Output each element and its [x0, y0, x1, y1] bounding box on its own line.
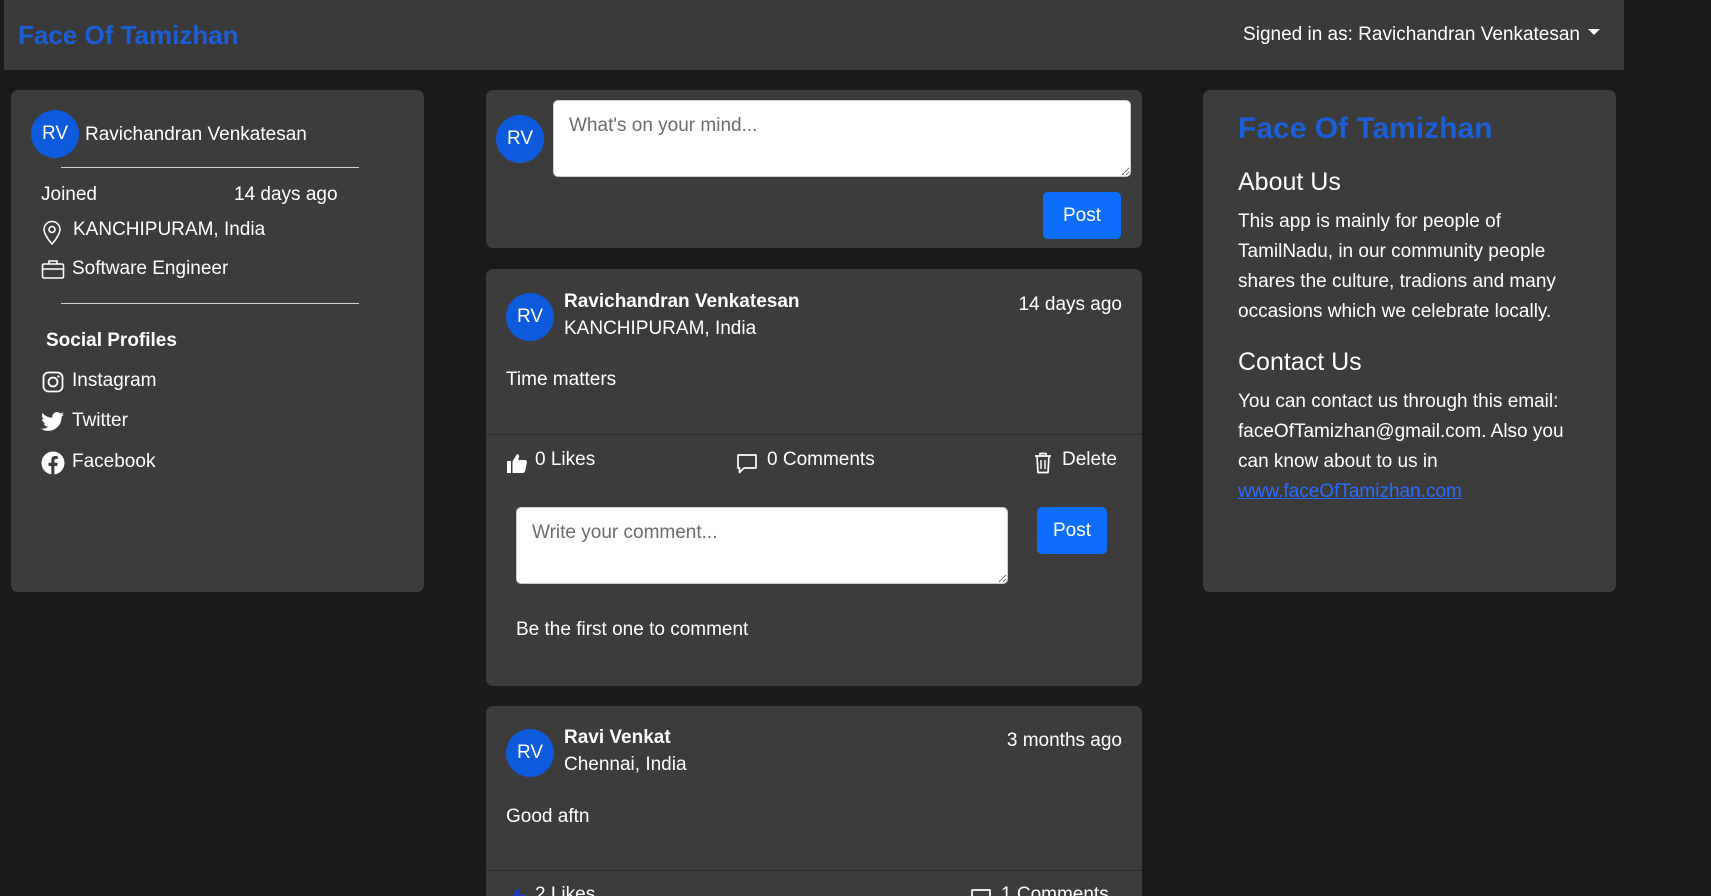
about-line: shares the culture, tradions and many [1238, 271, 1556, 292]
comment-input[interactable] [516, 507, 1008, 584]
avatar: RV [506, 729, 554, 777]
about-heading: About Us [1238, 168, 1341, 196]
contact-line: You can contact us through this email: [1238, 391, 1559, 412]
divider [61, 303, 359, 304]
social-link-instagram[interactable]: Instagram [72, 370, 156, 392]
contact-line: can know about to us in [1238, 451, 1438, 472]
comments-button[interactable]: 0 Comments [736, 449, 896, 479]
caret-down-icon [1588, 28, 1600, 35]
divider [486, 870, 1142, 871]
about-line: TamilNadu, in our community people [1238, 241, 1546, 262]
post-time: 14 days ago [1018, 294, 1122, 315]
thumbs-up-icon [507, 454, 527, 473]
avatar: RV [506, 293, 554, 341]
post-body: Time matters [506, 369, 617, 390]
post-location: KANCHIPURAM, India [564, 318, 757, 339]
about-card: Face Of Tamizhan About Us This app is ma… [1203, 90, 1616, 592]
instagram-icon [42, 371, 64, 393]
post-time: 3 months ago [1006, 730, 1122, 751]
composer-card: RV Post [486, 90, 1142, 248]
comment-post-button[interactable]: Post [1037, 507, 1107, 554]
joined-label: Joined [41, 184, 97, 205]
website-link[interactable]: www.faceOfTamizhan.com [1238, 481, 1462, 503]
about-line: This app is mainly for people of [1238, 211, 1501, 232]
joined-value: 14 days ago [234, 184, 338, 205]
facebook-icon [41, 451, 65, 475]
like-count: 2 Likes [535, 884, 596, 896]
trash-icon [1035, 452, 1051, 474]
comment-count: 1 Comments [1001, 884, 1109, 896]
like-button[interactable]: 2 Likes [506, 884, 626, 896]
social-link-twitter[interactable]: Twitter [72, 410, 128, 432]
like-count: 0 Likes [535, 449, 596, 470]
post-author[interactable]: Ravichandran Venkatesan [564, 291, 800, 313]
comment-count: 0 Comments [767, 449, 875, 470]
comment-icon [737, 454, 757, 474]
location-pin-icon [43, 220, 61, 246]
profile-location: KANCHIPURAM, India [73, 219, 266, 240]
delete-button[interactable]: Delete [1034, 449, 1130, 479]
avatar: RV [31, 110, 79, 158]
profile-card: RV Ravichandran Venkatesan Joined 14 day… [11, 90, 424, 592]
about-brand: Face Of Tamizhan [1238, 112, 1493, 145]
post-location: Chennai, India [564, 754, 687, 775]
navbar-brand[interactable]: Face Of Tamizhan [18, 20, 239, 51]
post-card: RV Ravi Venkat Chennai, India 3 months a… [486, 706, 1142, 896]
divider [61, 167, 359, 168]
social-link-facebook[interactable]: Facebook [72, 451, 155, 473]
thumbs-up-icon [507, 889, 527, 896]
top-navbar: Face Of Tamizhan Signed in as: Ravichand… [4, 0, 1624, 70]
social-profiles-heading: Social Profiles [46, 330, 177, 351]
briefcase-icon [41, 260, 65, 279]
post-button[interactable]: Post [1043, 192, 1121, 239]
twitter-icon [41, 412, 64, 431]
comments-button[interactable]: 1 Comments [970, 884, 1130, 896]
like-button[interactable]: 0 Likes [506, 449, 626, 479]
delete-label: Delete [1062, 449, 1117, 470]
comment-icon [971, 889, 991, 896]
contact-heading: Contact Us [1238, 348, 1362, 376]
divider [486, 434, 1142, 435]
post-body: Good aftn [506, 806, 590, 827]
profile-name: Ravichandran Venkatesan [85, 124, 307, 145]
empty-comments-message: Be the first one to comment [516, 619, 749, 640]
profile-occupation: Software Engineer [72, 258, 229, 279]
post-card: RV Ravichandran Venkatesan KANCHIPURAM, … [486, 269, 1142, 686]
about-line: occasions which we celebrate locally. [1238, 301, 1552, 322]
avatar: RV [496, 115, 544, 163]
user-menu-toggle[interactable]: Signed in as: Ravichandran Venkatesan [1243, 24, 1600, 46]
post-input[interactable] [553, 100, 1131, 177]
signed-in-label: Signed in as: Ravichandran Venkatesan [1243, 24, 1580, 45]
contact-line: faceOfTamizhan@gmail.com. Also you [1238, 421, 1564, 442]
post-author[interactable]: Ravi Venkat [564, 727, 671, 749]
